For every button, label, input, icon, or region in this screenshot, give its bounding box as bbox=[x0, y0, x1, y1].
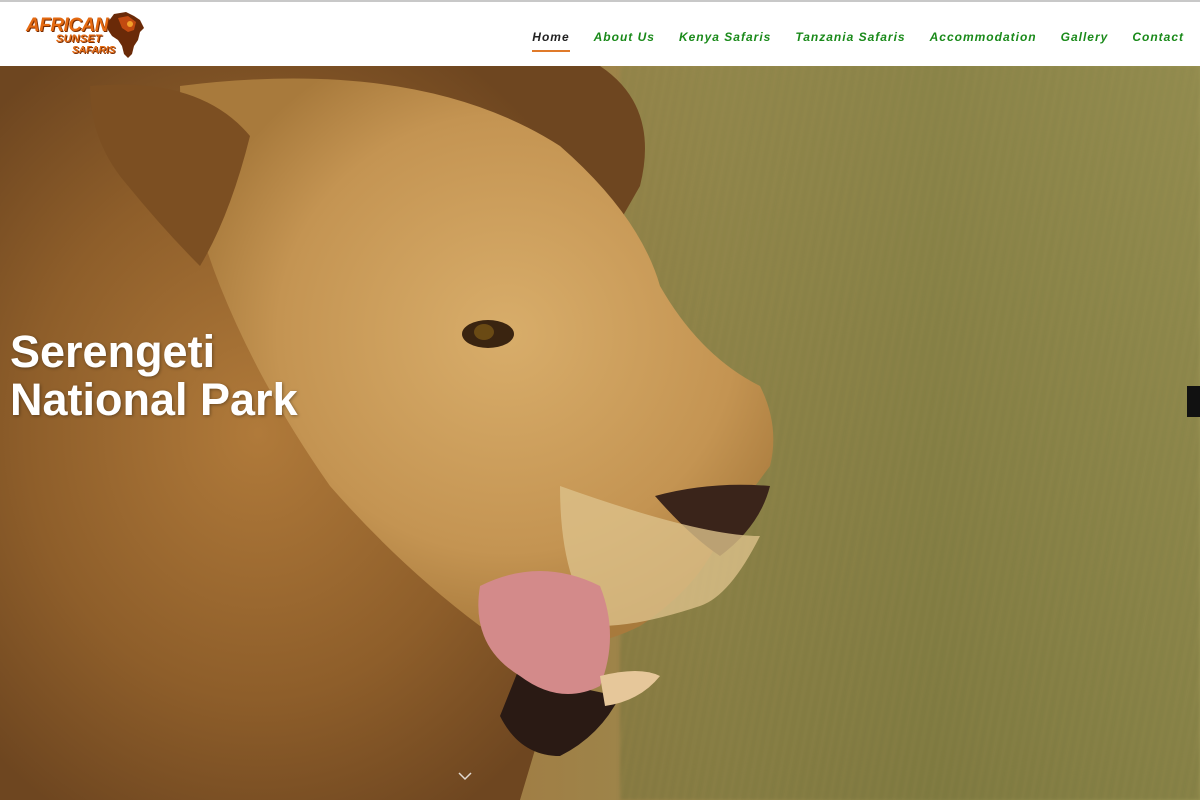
logo-line-sunset: SUNSET bbox=[56, 33, 102, 45]
hero-title-line-1: Serengeti bbox=[10, 326, 216, 377]
hero-title: Serengeti National Park bbox=[10, 328, 298, 424]
nav-item-accommodation[interactable]: Accommodation bbox=[930, 30, 1037, 50]
site-logo[interactable]: AFRICAN SUNSET SAFARIS bbox=[24, 10, 146, 60]
logo-line-safaris: SAFARIS bbox=[72, 45, 116, 56]
nav-item-tanzania-safaris[interactable]: Tanzania Safaris bbox=[795, 30, 905, 50]
main-nav: Home About Us Kenya Safaris Tanzania Saf… bbox=[508, 30, 1184, 54]
nav-item-gallery[interactable]: Gallery bbox=[1061, 30, 1109, 50]
hero-title-line-2: National Park bbox=[10, 374, 298, 425]
chevron-down-icon[interactable] bbox=[457, 770, 473, 782]
nav-item-kenya-safaris[interactable]: Kenya Safaris bbox=[679, 30, 771, 50]
site-header: AFRICAN SUNSET SAFARIS Home About Us Ken… bbox=[0, 2, 1200, 66]
side-panel-tab[interactable] bbox=[1187, 386, 1200, 417]
nav-item-home[interactable]: Home bbox=[532, 30, 570, 52]
hero-banner: Serengeti National Park bbox=[0, 66, 1200, 800]
lion-photo bbox=[0, 66, 774, 800]
nav-item-contact[interactable]: Contact bbox=[1132, 30, 1184, 50]
nav-item-about-us[interactable]: About Us bbox=[594, 30, 655, 50]
